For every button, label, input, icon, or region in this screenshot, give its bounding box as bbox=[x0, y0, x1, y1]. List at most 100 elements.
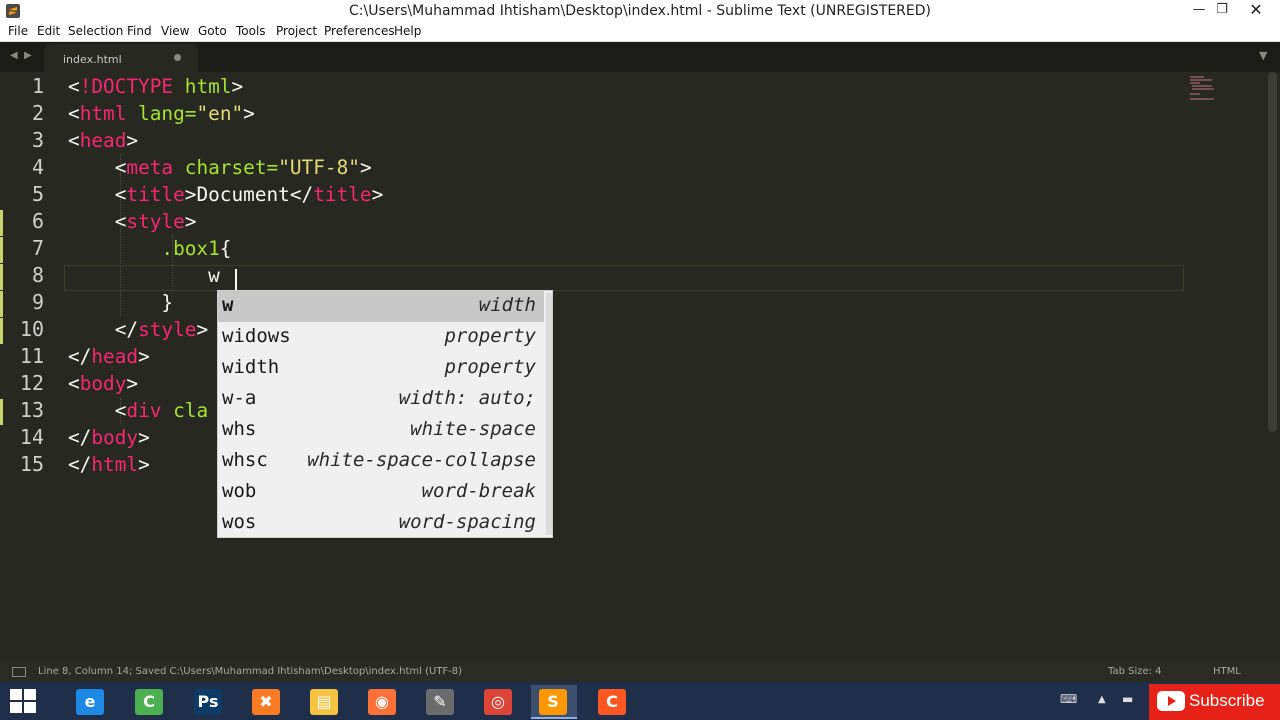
file-explorer-icon: ▤ bbox=[310, 689, 338, 715]
tab-dropdown-icon[interactable]: ▼ bbox=[1259, 49, 1267, 62]
autocomplete-popup[interactable]: w width widows property width property w-a widt… bbox=[217, 290, 553, 538]
subscribe-button[interactable]: Subscribe bbox=[1149, 684, 1280, 720]
tab-index-html[interactable]: index.html bbox=[44, 44, 198, 72]
menu-selection[interactable]: Selection bbox=[68, 24, 123, 38]
line-number: 11 bbox=[19, 344, 44, 368]
line-number: 12 bbox=[19, 371, 44, 395]
autocomplete-trigger: whs bbox=[222, 418, 257, 440]
tab-nav-right-icon[interactable]: ▶ bbox=[24, 50, 32, 61]
code-line[interactable]: <html lang="en"> bbox=[68, 100, 255, 127]
panel-toggle-icon[interactable] bbox=[12, 667, 26, 677]
code-line[interactable]: </style> bbox=[68, 316, 208, 343]
tab-nav-left-icon[interactable]: ◀ bbox=[10, 50, 18, 61]
autocomplete-item[interactable]: wob word-break bbox=[218, 477, 544, 508]
menu-help[interactable]: Help bbox=[394, 24, 421, 38]
tab-size-indicator[interactable]: Tab Size: 4 bbox=[1108, 666, 1162, 677]
autocomplete-item[interactable]: w width bbox=[218, 291, 544, 322]
code-line[interactable]: .box1{ bbox=[68, 235, 231, 262]
line-number: 13 bbox=[19, 398, 44, 422]
line-number: 15 bbox=[19, 452, 44, 476]
autocomplete-item[interactable]: whsc white-space-collapse bbox=[218, 446, 544, 477]
taskbar-app[interactable]: e bbox=[68, 685, 114, 719]
taskbar-app[interactable]: C bbox=[590, 685, 636, 719]
taskbar-app[interactable]: ▤ bbox=[302, 685, 348, 719]
sublime-text-icon: S bbox=[539, 689, 567, 715]
line-number: 9 bbox=[31, 290, 44, 314]
autocomplete-description: white-space bbox=[410, 418, 536, 440]
syntax-indicator[interactable]: HTML bbox=[1213, 666, 1241, 677]
line-number: 5 bbox=[31, 182, 44, 206]
line-number: 10 bbox=[19, 317, 44, 341]
code-line[interactable]: w bbox=[68, 262, 220, 289]
taskbar-app[interactable]: ◎ bbox=[476, 685, 522, 719]
autocomplete-description: width bbox=[478, 294, 536, 316]
menu-preferences[interactable]: Preferences bbox=[324, 24, 395, 38]
autocomplete-item[interactable]: widows property bbox=[218, 322, 544, 353]
firefox-icon: ◉ bbox=[368, 689, 396, 715]
autocomplete-scrollbar[interactable] bbox=[546, 293, 552, 535]
code-line[interactable]: <body> bbox=[68, 370, 138, 397]
code-line[interactable]: </head> bbox=[68, 343, 150, 370]
code-line[interactable]: <title>Document</title> bbox=[68, 181, 384, 208]
tray-expand-icon[interactable]: ▲ bbox=[1098, 694, 1106, 705]
autocomplete-item[interactable]: w-a width: auto; bbox=[218, 384, 544, 415]
code-line[interactable]: </body> bbox=[68, 424, 150, 451]
autocomplete-trigger: w-a bbox=[222, 387, 257, 409]
code-line[interactable]: <div cla bbox=[68, 397, 208, 424]
menu-file[interactable]: File bbox=[8, 24, 28, 38]
autocomplete-description: width: auto; bbox=[398, 387, 536, 409]
minimap[interactable] bbox=[1186, 74, 1216, 104]
xampp-icon: ✖ bbox=[252, 689, 280, 715]
line-number: 8 bbox=[31, 263, 44, 287]
autocomplete-description: white-space-collapse bbox=[307, 449, 536, 471]
menu-find[interactable]: Find bbox=[127, 24, 152, 38]
autocomplete-trigger: w bbox=[222, 294, 234, 316]
internet-explorer-icon: e bbox=[76, 689, 104, 715]
subscribe-label: Subscribe bbox=[1189, 691, 1265, 710]
code-line[interactable]: </html> bbox=[68, 451, 150, 478]
menu-edit[interactable]: Edit bbox=[37, 24, 60, 38]
minimap-line bbox=[1190, 79, 1212, 81]
unsaved-dot-icon[interactable] bbox=[174, 54, 181, 61]
autocomplete-trigger: whsc bbox=[222, 449, 268, 471]
keyboard-icon[interactable]: ⌨ bbox=[1060, 692, 1077, 706]
line-number: 2 bbox=[31, 101, 44, 125]
code-line[interactable]: <meta charset="UTF-8"> bbox=[68, 154, 372, 181]
menu-tools[interactable]: Tools bbox=[236, 24, 266, 38]
code-line[interactable]: <!DOCTYPE html> bbox=[68, 73, 243, 100]
autocomplete-description: property bbox=[444, 325, 536, 347]
minimap-line bbox=[1192, 88, 1214, 90]
code-line[interactable]: <style> bbox=[68, 208, 197, 235]
code-line[interactable]: <head> bbox=[68, 127, 138, 154]
autocomplete-item[interactable]: width property bbox=[218, 353, 544, 384]
line-number: 6 bbox=[31, 209, 44, 233]
code-line[interactable]: } bbox=[68, 289, 173, 316]
line-number: 1 bbox=[31, 74, 44, 98]
menu-project[interactable]: Project bbox=[276, 24, 317, 38]
autocomplete-item[interactable]: whs white-space bbox=[218, 415, 544, 446]
autocomplete-trigger: wos bbox=[222, 511, 257, 533]
taskbar-app[interactable]: Ps bbox=[186, 685, 232, 719]
taskbar-app[interactable]: S bbox=[531, 685, 577, 719]
current-line-highlight bbox=[64, 265, 1184, 291]
autocomplete-description: property bbox=[444, 356, 536, 378]
menu-view[interactable]: View bbox=[161, 24, 189, 38]
autocomplete-item[interactable]: wos word-spacing bbox=[218, 508, 544, 539]
editor-area[interactable]: 1 2 3 4 5 6 7 8 9 10 11 12 13 14 15 <!DO… bbox=[0, 72, 1280, 662]
line-number: 4 bbox=[31, 155, 44, 179]
status-message: Line 8, Column 14; Saved C:\Users\Muhamm… bbox=[38, 666, 463, 677]
minimap-line bbox=[1190, 93, 1200, 95]
vertical-scrollbar[interactable] bbox=[1268, 72, 1277, 432]
close-button[interactable]: ✕ bbox=[1232, 0, 1280, 22]
taskbar-app[interactable]: ◉ bbox=[360, 685, 406, 719]
taskbar-app[interactable]: ✖ bbox=[244, 685, 290, 719]
menu-bar: File Edit Selection Find View Goto Tools… bbox=[0, 22, 1280, 42]
taskbar-app[interactable]: C bbox=[127, 685, 173, 719]
windows-start-icon[interactable] bbox=[10, 689, 38, 715]
taskbar-app[interactable]: ✎ bbox=[418, 685, 464, 719]
menu-goto[interactable]: Goto bbox=[198, 24, 227, 38]
youtube-icon bbox=[1157, 691, 1185, 711]
network-icon[interactable]: ▬ bbox=[1122, 692, 1133, 706]
photoshop-icon: Ps bbox=[194, 689, 222, 715]
line-number: 3 bbox=[31, 128, 44, 152]
